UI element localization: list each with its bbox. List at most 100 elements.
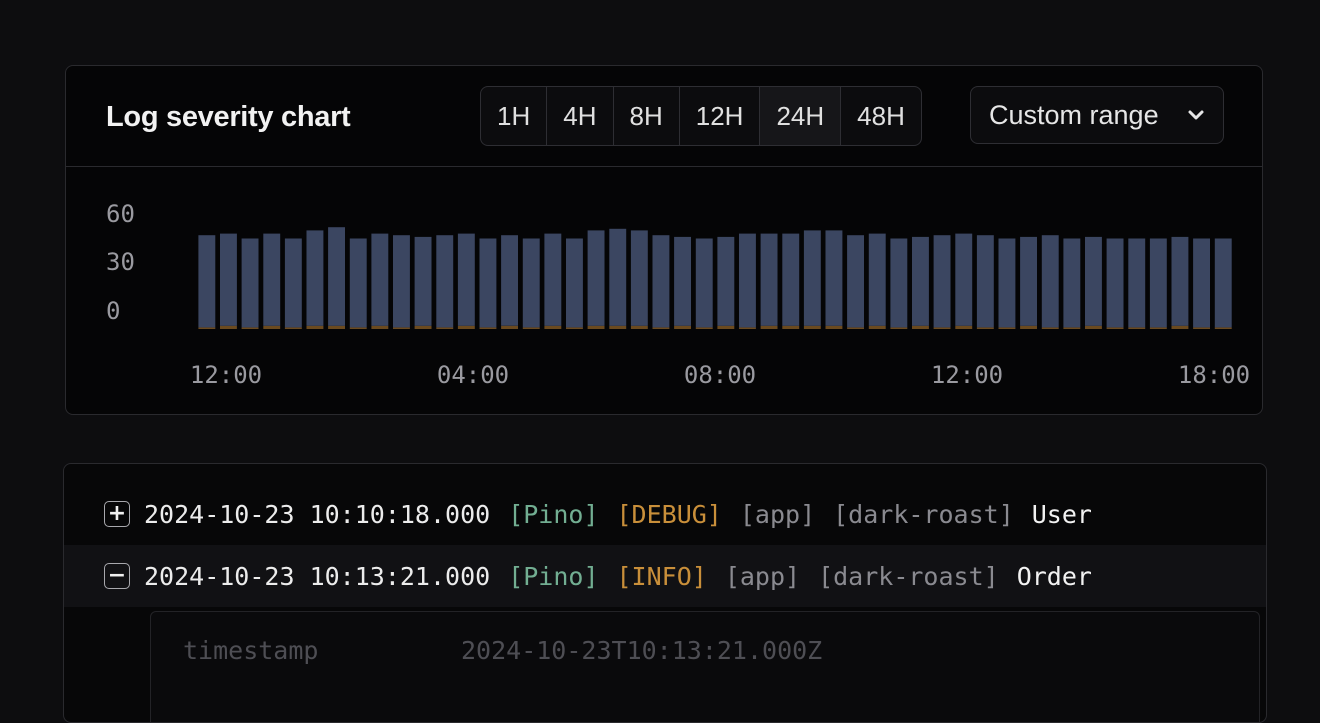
bar[interactable] — [544, 233, 562, 326]
bar-secondary[interactable] — [630, 325, 648, 329]
bar[interactable] — [912, 236, 929, 326]
bar[interactable] — [868, 233, 886, 326]
bar-secondary[interactable] — [1041, 327, 1059, 329]
bar-secondary[interactable] — [760, 325, 778, 329]
bar[interactable] — [436, 235, 454, 328]
bar-secondary[interactable] — [912, 325, 929, 329]
expand-icon[interactable]: + — [104, 501, 130, 527]
bar-secondary[interactable] — [868, 325, 886, 329]
bar-secondary[interactable] — [998, 327, 1016, 329]
bar-secondary[interactable] — [198, 327, 216, 329]
bar-secondary[interactable] — [522, 327, 540, 329]
bar[interactable] — [1193, 238, 1210, 328]
bar[interactable] — [933, 235, 951, 328]
log-row[interactable]: − 2024-10-23 10:13:21.000 [Pino] [INFO] … — [64, 545, 1266, 607]
bar-secondary[interactable] — [890, 327, 908, 329]
range-4h-button[interactable]: 4H — [547, 87, 614, 145]
bar-secondary[interactable] — [1149, 327, 1167, 329]
bar-secondary[interactable] — [1106, 327, 1124, 329]
bar[interactable] — [479, 238, 497, 328]
bar[interactable] — [847, 235, 864, 328]
bar-secondary[interactable] — [436, 327, 454, 329]
bar-secondary[interactable] — [544, 325, 562, 329]
bar[interactable] — [630, 230, 648, 326]
bar-secondary[interactable] — [652, 327, 670, 329]
bar-secondary[interactable] — [306, 325, 324, 329]
bar[interactable] — [1128, 238, 1146, 328]
bar[interactable] — [955, 233, 973, 326]
bar-secondary[interactable] — [220, 325, 237, 329]
bar[interactable] — [739, 233, 756, 328]
bar-secondary[interactable] — [587, 325, 605, 329]
bar-secondary[interactable] — [566, 327, 583, 329]
range-12h-button[interactable]: 12H — [680, 87, 761, 145]
bar-secondary[interactable] — [393, 327, 410, 329]
bar-secondary[interactable] — [328, 325, 345, 329]
range-48h-button[interactable]: 48H — [841, 87, 921, 145]
bar[interactable] — [1171, 236, 1189, 326]
bar-secondary[interactable] — [933, 327, 951, 329]
bar[interactable] — [1063, 238, 1081, 328]
bar[interactable] — [782, 233, 800, 326]
bar[interactable] — [760, 233, 778, 326]
bar[interactable] — [998, 238, 1016, 328]
bar-secondary[interactable] — [739, 327, 756, 329]
bar-secondary[interactable] — [1063, 327, 1081, 329]
bar[interactable] — [371, 233, 389, 326]
bar[interactable] — [1041, 235, 1059, 328]
range-24h-button[interactable]: 24H — [760, 87, 842, 145]
bar[interactable] — [306, 230, 324, 326]
collapse-icon[interactable]: − — [104, 563, 130, 589]
bar-secondary[interactable] — [1171, 325, 1189, 329]
bar-secondary[interactable] — [976, 327, 994, 329]
bar[interactable] — [1106, 238, 1124, 328]
bar[interactable] — [1149, 238, 1167, 328]
bar-secondary[interactable] — [371, 325, 389, 329]
bar-secondary[interactable] — [457, 325, 475, 329]
bar-secondary[interactable] — [1193, 327, 1210, 329]
bar-secondary[interactable] — [695, 327, 713, 329]
bar-secondary[interactable] — [1214, 327, 1232, 329]
bar[interactable] — [1214, 238, 1232, 328]
log-row[interactable]: + 2024-10-23 10:10:18.000 [Pino] [DEBUG]… — [64, 483, 1266, 545]
range-8h-button[interactable]: 8H — [614, 87, 680, 145]
bar-secondary[interactable] — [825, 325, 843, 329]
bar-secondary[interactable] — [847, 327, 864, 329]
bar-secondary[interactable] — [717, 325, 735, 329]
bar-secondary[interactable] — [1085, 325, 1102, 329]
bar[interactable] — [587, 230, 605, 326]
bar-secondary[interactable] — [501, 325, 518, 329]
bar[interactable] — [263, 233, 281, 326]
bar-secondary[interactable] — [1020, 325, 1037, 329]
bar[interactable] — [1085, 236, 1102, 326]
bar-secondary[interactable] — [263, 325, 281, 329]
bar[interactable] — [652, 235, 670, 328]
bar-secondary[interactable] — [803, 325, 821, 329]
bar[interactable] — [284, 238, 302, 328]
bar[interactable] — [328, 227, 345, 326]
bar[interactable] — [457, 233, 475, 326]
bar[interactable] — [393, 235, 410, 328]
bar-secondary[interactable] — [955, 325, 973, 329]
bar[interactable] — [522, 238, 540, 328]
bar[interactable] — [349, 238, 367, 328]
bar[interactable] — [241, 238, 259, 328]
bar[interactable] — [501, 235, 518, 326]
bar-secondary[interactable] — [241, 327, 259, 329]
bar[interactable] — [220, 233, 237, 326]
bar[interactable] — [1020, 236, 1037, 326]
range-1h-button[interactable]: 1H — [481, 87, 548, 145]
bar[interactable] — [717, 236, 735, 326]
bar[interactable] — [198, 235, 216, 328]
bar[interactable] — [414, 236, 432, 326]
custom-range-dropdown[interactable]: Custom range — [970, 86, 1224, 144]
bar[interactable] — [695, 238, 713, 328]
bar-secondary[interactable] — [782, 325, 800, 329]
bar[interactable] — [976, 235, 994, 328]
bar[interactable] — [674, 236, 691, 326]
bar[interactable] — [803, 230, 821, 326]
bar-secondary[interactable] — [609, 325, 627, 329]
bar-secondary[interactable] — [349, 327, 367, 329]
bar[interactable] — [566, 238, 583, 328]
bar[interactable] — [825, 230, 843, 326]
